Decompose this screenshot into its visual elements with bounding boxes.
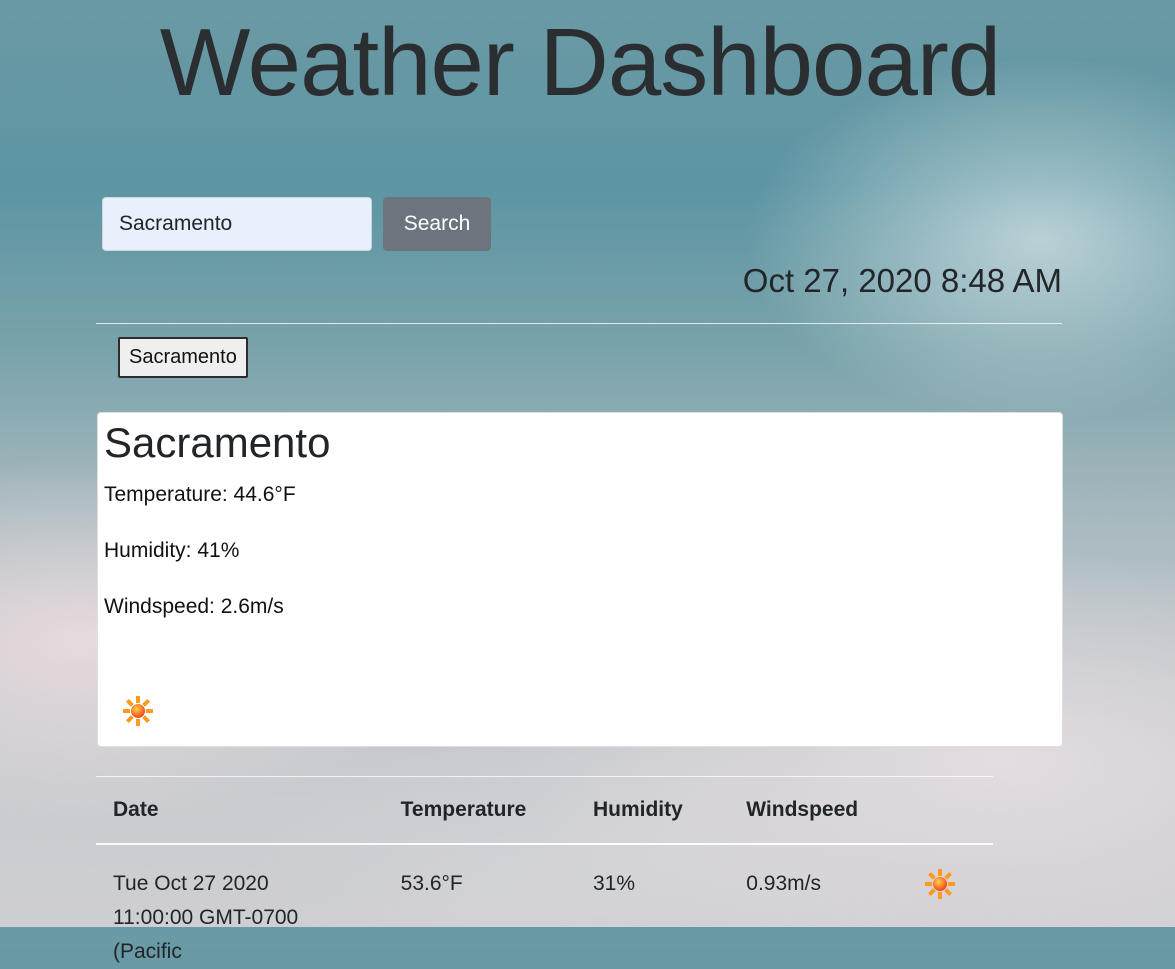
current-datetime: Oct 27, 2020 8:48 AM	[742, 262, 1062, 299]
forecast-table: Date Temperature Humidity Windspeed Tue …	[96, 776, 993, 969]
forecast-date: Tue Oct 27 2020 11:00:00 GMT-0700 (Pacif…	[113, 872, 299, 963]
forecast-header-row: Date Temperature Humidity Windspeed	[96, 776, 993, 845]
history-button-sacramento[interactable]: Sacramento	[118, 337, 248, 378]
forecast-icon-cell	[907, 844, 993, 969]
forecast-humidity: 31%	[592, 872, 636, 895]
forecast-temperature: 53.6°F	[400, 872, 463, 895]
forecast-windspeed: 0.93m/s	[746, 872, 821, 895]
current-windspeed: Windspeed: 2.6m/s	[104, 595, 284, 618]
current-temperature: Temperature: 44.6°F	[104, 483, 296, 506]
forecast-header-date: Date	[113, 798, 159, 821]
forecast-header-temperature: Temperature	[400, 798, 527, 821]
forecast-header-humidity: Humidity	[592, 798, 683, 821]
table-row: Tue Oct 27 2020 11:00:00 GMT-0700 (Pacif…	[96, 844, 993, 969]
forecast-header-windspeed: Windspeed	[746, 798, 859, 821]
page-title: Weather Dashboard	[159, 9, 1001, 116]
sun-icon	[122, 695, 154, 727]
forecast-header-icon	[907, 777, 993, 845]
search-button[interactable]: Search	[383, 197, 491, 251]
current-humidity: Humidity: 41%	[104, 539, 240, 562]
current-city: Sacramento	[104, 419, 331, 466]
search-input[interactable]	[102, 197, 372, 251]
divider	[96, 323, 1062, 324]
sun-icon	[924, 868, 956, 900]
current-weather-card: Sacramento Temperature: 44.6°F Humidity:…	[97, 412, 1063, 747]
